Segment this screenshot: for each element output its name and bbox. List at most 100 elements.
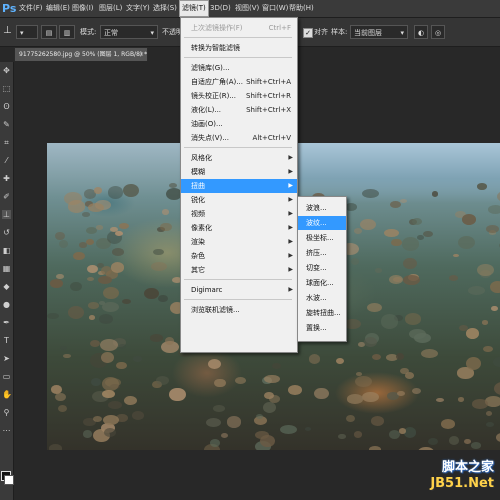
pebble bbox=[103, 427, 116, 437]
distort-menu-item[interactable]: 挤压... bbox=[298, 246, 346, 260]
menu-3d[interactable]: 3D(D) bbox=[208, 0, 233, 17]
pebble bbox=[102, 389, 115, 398]
quick-select-tool-icon[interactable]: ✎ bbox=[2, 120, 11, 129]
brush-tool-icon[interactable]: ✐ bbox=[2, 192, 11, 201]
menu-filter[interactable]: 滤镜(T) bbox=[179, 0, 209, 17]
submenu-arrow-icon: ▶ bbox=[288, 238, 293, 245]
gradient-tool-icon[interactable]: ▦ bbox=[2, 264, 11, 273]
menu-edit[interactable]: 编辑(E) bbox=[44, 0, 72, 17]
menu-item-label: 切变... bbox=[306, 264, 327, 272]
blur-tool-icon[interactable]: ◆ bbox=[2, 282, 11, 291]
dodge-tool-icon[interactable]: ● bbox=[2, 300, 11, 309]
menu-item-label: 旋转扭曲... bbox=[306, 309, 341, 317]
brush-panel-toggle[interactable]: ▤ bbox=[41, 25, 57, 39]
menu-type[interactable]: 文字(Y) bbox=[124, 0, 152, 17]
history-brush-tool-icon[interactable]: ↺ bbox=[2, 228, 11, 237]
chevron-down-icon: ▾ bbox=[150, 29, 154, 37]
pebble bbox=[81, 212, 90, 217]
filter-menu-item[interactable]: 镜头校正(R)... Shift+Ctrl+R bbox=[181, 89, 297, 103]
close-icon[interactable]: × bbox=[139, 48, 144, 61]
filter-menu-item[interactable]: 液化(L)... Shift+Ctrl+X bbox=[181, 103, 297, 117]
pebble bbox=[100, 339, 118, 352]
filter-menu-item[interactable]: 像素化 ▶ bbox=[181, 221, 297, 235]
crop-tool-icon[interactable]: ⌗ bbox=[2, 138, 11, 147]
pebble bbox=[89, 340, 100, 348]
menu-item-label: 杂色 bbox=[191, 252, 205, 260]
pebble bbox=[144, 288, 159, 300]
clone-source-panel-toggle[interactable]: ▥ bbox=[59, 25, 75, 39]
menu-item-label: 挤压... bbox=[306, 249, 327, 257]
zoom-tool-icon[interactable]: ⚲ bbox=[2, 408, 11, 417]
clone-stamp-tool-icon[interactable]: ⊥ bbox=[2, 210, 11, 219]
pebble bbox=[47, 313, 59, 320]
filter-menu-item[interactable]: Digimarc ▶ bbox=[181, 283, 297, 297]
hand-tool-icon[interactable]: ✋ bbox=[2, 390, 12, 399]
mode-select[interactable]: 正常 ▾ bbox=[100, 25, 158, 39]
pebble bbox=[99, 313, 114, 324]
pebble bbox=[346, 415, 355, 423]
menu-view[interactable]: 视图(V) bbox=[233, 0, 261, 17]
submenu-arrow-icon: ▶ bbox=[288, 266, 293, 273]
pebble bbox=[110, 262, 125, 273]
healing-brush-tool-icon[interactable]: ✚ bbox=[2, 174, 11, 183]
filter-menu-item[interactable]: 滤镜库(G)... bbox=[181, 61, 297, 75]
menu-image[interactable]: 图像(I) bbox=[70, 0, 96, 17]
document-tab[interactable]: 91775262580.jpg @ 50% (图层 1, RGB/8) * × bbox=[14, 47, 148, 61]
distort-menu-item[interactable]: 置换... bbox=[298, 321, 346, 335]
pen-tool-icon[interactable]: ✒ bbox=[2, 318, 11, 327]
distort-menu-item[interactable]: 旋转扭曲... bbox=[298, 306, 346, 320]
menu-select[interactable]: 选择(S) bbox=[151, 0, 179, 17]
distort-menu-item[interactable]: 切变... bbox=[298, 261, 346, 275]
filter-menu-item[interactable]: 模糊 ▶ bbox=[181, 165, 297, 179]
menu-item-label: 浏览联机滤镜... bbox=[191, 306, 240, 314]
filter-menu-item[interactable]: 视频 ▶ bbox=[181, 207, 297, 221]
marquee-tool-icon[interactable]: ⬚ bbox=[2, 84, 11, 93]
eraser-tool-icon[interactable]: ◧ bbox=[2, 246, 11, 255]
pebble bbox=[91, 378, 101, 387]
menu-window[interactable]: 窗口(W) bbox=[260, 0, 290, 17]
distort-menu-item[interactable]: 极坐标... bbox=[298, 231, 346, 245]
clone-stamp-icon[interactable]: ⊥ bbox=[3, 25, 12, 36]
sample-select[interactable]: 当前图层 ▾ bbox=[350, 25, 408, 39]
menu-file[interactable]: 文件(F) bbox=[17, 0, 45, 17]
path-select-tool-icon[interactable]: ➤ bbox=[2, 354, 11, 363]
filter-menu-item[interactable]: 锐化 ▶ bbox=[181, 193, 297, 207]
distort-menu-item[interactable]: 波浪... bbox=[298, 201, 346, 215]
filter-menu-item[interactable]: 转换为智能滤镜 bbox=[181, 41, 297, 55]
brush-preset-picker[interactable]: ▾ bbox=[16, 25, 38, 39]
pebble bbox=[214, 378, 226, 388]
move-tool-icon[interactable]: ✥ bbox=[2, 66, 11, 75]
pebble bbox=[158, 294, 169, 302]
ignore-adjustment-layers-icon[interactable]: ◐ bbox=[414, 25, 428, 39]
filter-menu-item[interactable]: 风格化 ▶ bbox=[181, 151, 297, 165]
filter-menu-item[interactable]: 消失点(V)... Alt+Ctrl+V bbox=[181, 131, 297, 145]
pebble bbox=[448, 436, 460, 445]
type-tool-icon[interactable]: T bbox=[2, 336, 11, 345]
distort-menu-item[interactable]: 水波... bbox=[298, 291, 346, 305]
background-color-swatch[interactable] bbox=[4, 475, 14, 485]
pebble bbox=[110, 226, 118, 232]
filter-menu-item[interactable]: 杂色 ▶ bbox=[181, 249, 297, 263]
distort-menu-item[interactable]: 球面化... bbox=[298, 276, 346, 290]
filter-menu-item[interactable]: 自适应广角(A)... Shift+Ctrl+A bbox=[181, 75, 297, 89]
pebble bbox=[151, 262, 167, 272]
distort-menu-item[interactable]: 波纹... bbox=[298, 216, 346, 230]
pebble bbox=[68, 306, 85, 319]
pressure-icon[interactable]: ◎ bbox=[431, 25, 445, 39]
eyedropper-tool-icon[interactable]: ⁄ bbox=[2, 156, 11, 165]
filter-menu-item[interactable]: 扭曲 ▶ bbox=[181, 179, 297, 193]
lasso-tool-icon[interactable]: ʘ bbox=[2, 102, 11, 111]
filter-menu-item[interactable]: 其它 ▶ bbox=[181, 263, 297, 277]
menu-layer[interactable]: 图层(L) bbox=[97, 0, 124, 17]
more-tools-icon[interactable]: ⋯ bbox=[2, 426, 11, 435]
menu-item-label: 球面化... bbox=[306, 279, 334, 287]
filter-menu-item[interactable]: 油画(O)... bbox=[181, 117, 297, 131]
menu-help[interactable]: 帮助(H) bbox=[287, 0, 316, 17]
shape-tool-icon[interactable]: ▭ bbox=[2, 372, 11, 381]
contiguous-checkbox[interactable]: ✓ bbox=[303, 28, 313, 38]
pebble bbox=[351, 257, 360, 265]
filter-menu-item[interactable]: 渲染 ▶ bbox=[181, 235, 297, 249]
menu-item-label: 渲染 bbox=[191, 238, 205, 246]
menu-item-label: 像素化 bbox=[191, 224, 212, 232]
filter-menu-item[interactable]: 浏览联机滤镜... bbox=[181, 303, 297, 317]
